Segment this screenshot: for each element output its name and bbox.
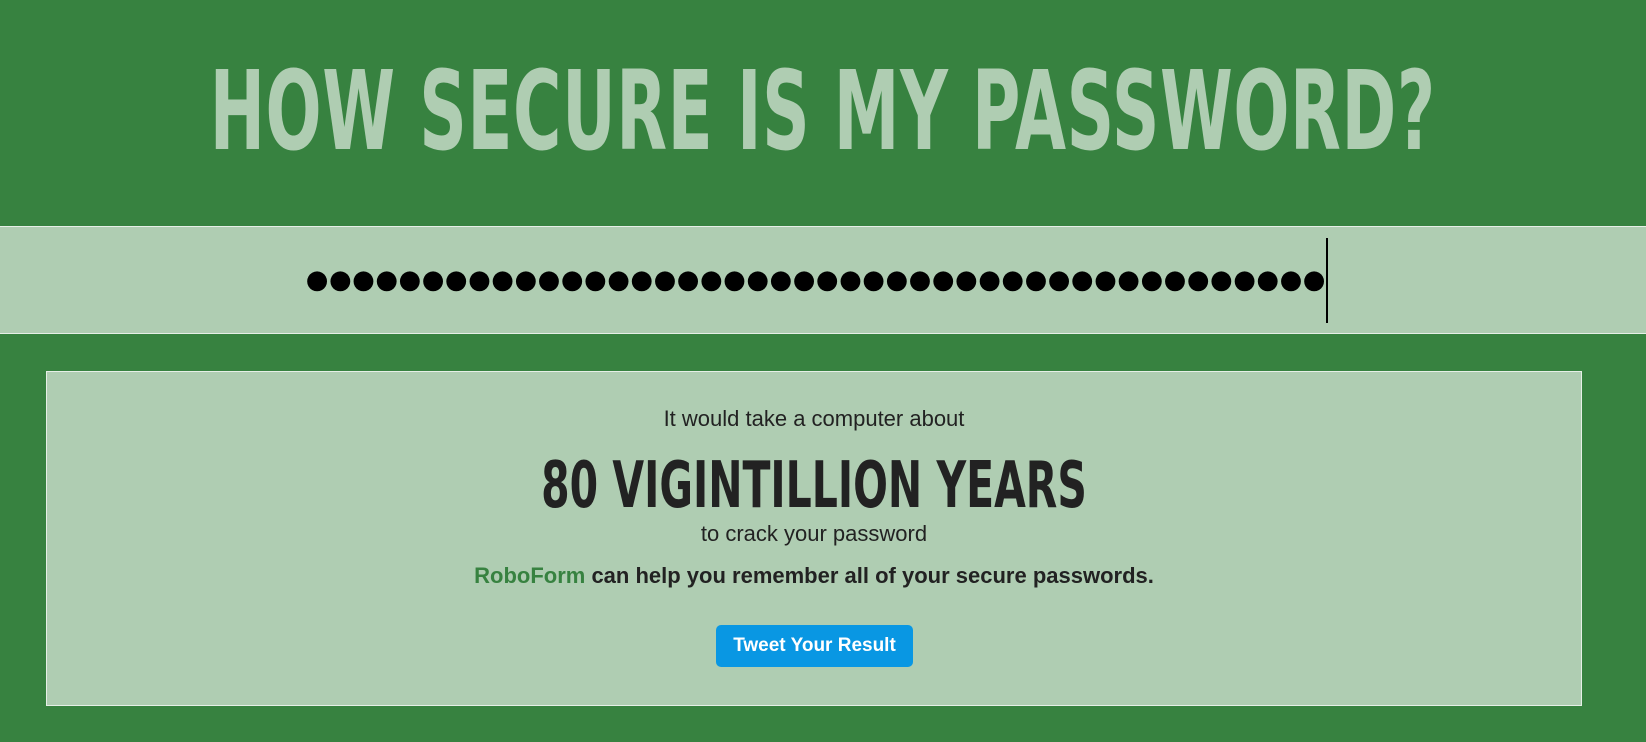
crack-time-estimate: 80 VIGINTILLION YEARS (541, 449, 1087, 523)
result-panel: It would take a computer about 80 VIGINT… (46, 371, 1582, 706)
promo-text: can help you remember all of your secure… (585, 563, 1154, 588)
result-outro-text: to crack your password (700, 521, 928, 546)
page-title: HOW SECURE IS MY PASSWORD? (209, 46, 1437, 175)
password-input[interactable]: ●●●●●●●●●●●●●●●●●●●●●●●●●●●●●●●●●●●●●●●●… (300, 227, 1326, 333)
promo-line: RoboForm can help you remember all of yo… (47, 565, 1581, 587)
password-masked-value: ●●●●●●●●●●●●●●●●●●●●●●●●●●●●●●●●●●●●●●●●… (305, 265, 1326, 295)
tweet-result-button[interactable]: Tweet Your Result (716, 625, 913, 667)
text-caret (1326, 238, 1328, 323)
password-input-band: ●●●●●●●●●●●●●●●●●●●●●●●●●●●●●●●●●●●●●●●●… (0, 226, 1646, 334)
roboform-link[interactable]: RoboForm (474, 563, 585, 588)
page-header: HOW SECURE IS MY PASSWORD? (0, 0, 1646, 227)
result-intro-text: It would take a computer about (663, 406, 965, 431)
